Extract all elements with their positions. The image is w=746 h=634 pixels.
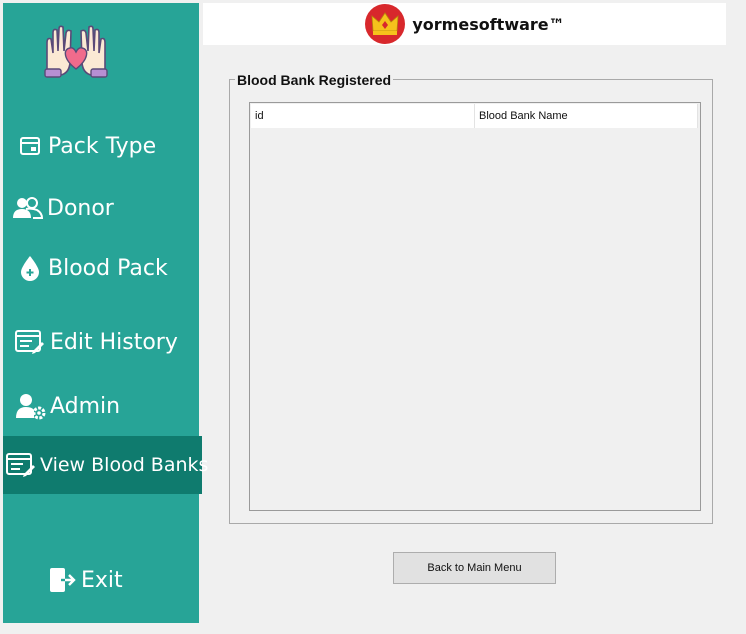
list-icon: [6, 451, 36, 479]
column-header-id[interactable]: id: [251, 104, 475, 128]
sidebar-item-blood-pack[interactable]: Blood Pack: [3, 239, 212, 297]
sidebar-item-label: View Blood Banks: [40, 454, 209, 476]
admin-gear-icon: [16, 392, 46, 420]
sidebar-item-label: Pack Type: [48, 133, 157, 159]
blood-drop-icon: [16, 254, 44, 282]
table-header: id Blood Bank Name: [251, 104, 698, 128]
sidebar-item-donor[interactable]: Donor: [3, 179, 207, 237]
brand-header: yormesoftware™: [203, 3, 726, 45]
sidebar-item-label: Blood Pack: [48, 255, 168, 281]
brand-name: yormesoftware™: [412, 14, 565, 34]
back-to-main-menu-button[interactable]: Back to Main Menu: [393, 552, 556, 584]
users-icon: [11, 194, 45, 222]
sidebar-item-admin[interactable]: Admin: [3, 377, 212, 435]
exit-icon: [49, 566, 77, 594]
sidebar: Pack Type Donor Blood Pack Edit History: [3, 3, 208, 623]
sidebar-item-view-blood-banks[interactable]: View Blood Banks: [3, 436, 208, 494]
sidebar-item-pack-type[interactable]: Pack Type: [3, 117, 212, 175]
hands-heart-icon: [44, 25, 108, 78]
sidebar-item-label: Donor: [47, 195, 114, 221]
sidebar-item-edit-history[interactable]: Edit History: [3, 313, 210, 371]
edit-list-icon: [14, 328, 46, 356]
sidebar-item-label: Exit: [81, 567, 123, 593]
pack-icon: [16, 132, 44, 160]
sidebar-item-label: Admin: [50, 393, 121, 419]
crown-logo-icon: [365, 4, 406, 44]
sidebar-item-exit[interactable]: Exit: [3, 551, 245, 609]
blood-bank-table[interactable]: id Blood Bank Name: [249, 102, 701, 511]
column-header-blood-bank-name[interactable]: Blood Bank Name: [475, 104, 698, 128]
app-window: Pack Type Donor Blood Pack Edit History: [0, 0, 746, 634]
groupbox-title: Blood Bank Registered: [235, 72, 394, 88]
sidebar-item-label: Edit History: [50, 329, 178, 355]
